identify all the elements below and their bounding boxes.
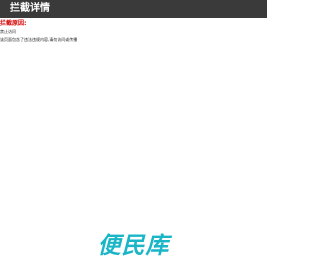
block-reason-heading: 拦截原因: [0,20,27,27]
block-info-panel: 拦截原因: 禁止访问 该页面包含了违法违规内容,请勿访问或传播 [0,0,267,268]
brand-logo: 便民库 [97,233,170,259]
block-detail-text: 该页面包含了违法违规内容,请勿访问或传播 [0,37,78,42]
block-reason-text: 禁止访问 [0,29,16,34]
